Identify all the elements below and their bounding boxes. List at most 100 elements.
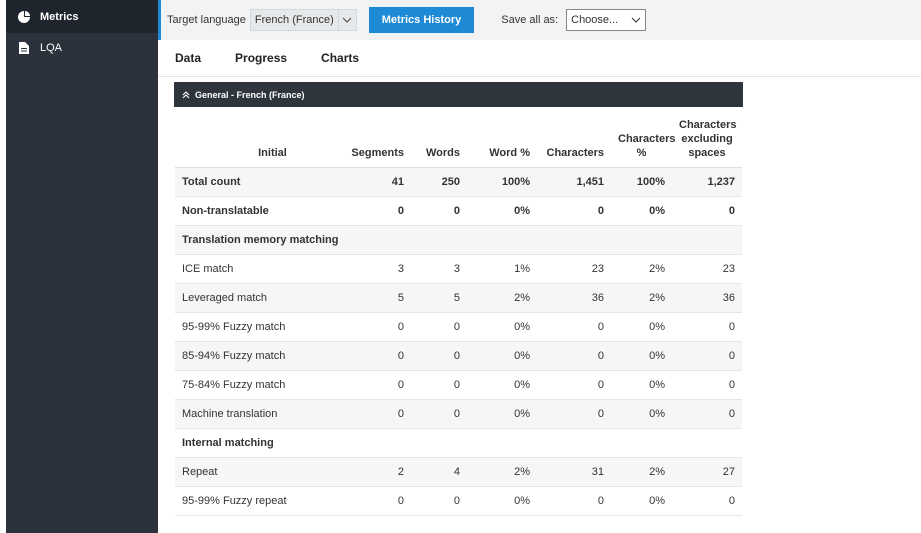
table-cell: 0% — [467, 341, 537, 371]
table-cell: 0 — [537, 312, 611, 342]
toolbar: Target language French (France) Metrics … — [158, 0, 921, 40]
table-cell: 31 — [537, 457, 611, 487]
table-cell: 2% — [611, 457, 672, 487]
panel-title: General - French (France) — [195, 89, 305, 100]
tab-bar: Data Progress Charts — [158, 40, 921, 77]
pie-chart-icon — [16, 10, 32, 24]
sidebar-item-metrics[interactable]: Metrics — [6, 0, 158, 33]
app-window: Metrics LQA Target language French (Fran… — [0, 0, 921, 533]
table-cell: 0% — [467, 486, 537, 516]
table-cell: 0 — [337, 370, 411, 400]
table-cell: 0 — [337, 341, 411, 371]
column-header-characters-percent: Characters % — [611, 107, 675, 168]
table-cell: 0 — [672, 341, 742, 371]
save-all-value: Choose... — [571, 14, 619, 26]
table-row: 75-84% Fuzzy match 0 0 0% 0 0% 0 — [175, 370, 742, 400]
table-cell: 0 — [337, 486, 411, 516]
save-all-select[interactable]: Choose... — [566, 9, 647, 31]
table-cell: 2% — [611, 254, 672, 284]
table-row: Total count 41 250 100% 1,451 100% 1,237 — [175, 167, 742, 197]
table-cell: 0 — [672, 399, 742, 429]
table-cell: 250 — [411, 167, 467, 197]
table-cell: 36 — [672, 283, 742, 313]
table-cell: 0 — [411, 399, 467, 429]
tab-data[interactable]: Data — [175, 51, 201, 65]
table-cell: 36 — [537, 283, 611, 313]
table-cell: 1,237 — [672, 167, 742, 197]
table-row: Repeat 2 4 2% 31 2% 27 — [175, 457, 742, 487]
table-cell: 27 — [672, 457, 742, 487]
table-cell: 23 — [537, 254, 611, 284]
table-row: 95-99% Fuzzy repeat 0 0 0% 0 0% 0 — [175, 486, 742, 516]
row-label: Machine translation — [175, 399, 337, 429]
target-language-select[interactable]: French (France) — [249, 9, 357, 31]
table-row: Non-translatable 0 0 0% 0 0% 0 — [175, 196, 742, 226]
table-cell: 0% — [611, 341, 672, 371]
metrics-panel: General - French (France) Initial Segmen… — [174, 82, 743, 516]
table-cell: 0 — [337, 196, 411, 226]
table-cell: 100% — [611, 167, 672, 197]
target-language-label: Target language — [167, 14, 246, 26]
table-cell: 0% — [611, 399, 672, 429]
table-cell: 0% — [611, 196, 672, 226]
sidebar-item-label: Metrics — [40, 10, 79, 23]
table-cell: 0% — [467, 399, 537, 429]
row-label: Non-translatable — [175, 196, 337, 226]
table-cell: 2 — [337, 457, 411, 487]
table-cell: 0% — [467, 312, 537, 342]
section-row: Translation memory matching — [175, 225, 742, 255]
metrics-table: Initial Segments Words Word % Characters… — [175, 107, 742, 516]
column-header-word-percent: Word % — [467, 107, 537, 168]
target-language-value: French (France) — [254, 14, 334, 26]
table-cell: 0% — [467, 196, 537, 226]
tab-progress[interactable]: Progress — [235, 51, 287, 65]
table-row: ICE match 3 3 1% 23 2% 23 — [175, 254, 742, 284]
table-cell: 0 — [672, 312, 742, 342]
column-header-initial: Initial — [175, 107, 337, 168]
table-cell: 0 — [672, 196, 742, 226]
table-cell: 0 — [411, 341, 467, 371]
table-cell: 0 — [672, 370, 742, 400]
table-cell: 5 — [411, 283, 467, 313]
row-label: ICE match — [175, 254, 337, 284]
column-header-characters-excluding-spaces: Characters excluding spaces — [672, 107, 742, 168]
table-cell: 4 — [411, 457, 467, 487]
tab-charts[interactable]: Charts — [321, 51, 359, 65]
section-row: Internal matching — [175, 428, 742, 458]
table-cell: 5 — [337, 283, 411, 313]
table-cell: 0% — [611, 370, 672, 400]
table-cell: 3 — [411, 254, 467, 284]
table-cell: 2% — [467, 457, 537, 487]
row-label: 95-99% Fuzzy repeat — [175, 486, 337, 516]
metrics-history-button[interactable]: Metrics History — [368, 7, 475, 33]
row-label: Repeat — [175, 457, 337, 487]
table-cell: 0 — [537, 486, 611, 516]
row-label: 85-94% Fuzzy match — [175, 341, 337, 371]
table-cell: 0 — [411, 312, 467, 342]
sidebar: Metrics LQA — [6, 0, 158, 533]
table-cell: 0 — [537, 196, 611, 226]
collapse-icon[interactable] — [182, 90, 190, 99]
table-cell: 0 — [537, 399, 611, 429]
row-label: 95-99% Fuzzy match — [175, 312, 337, 342]
chevron-down-icon — [337, 10, 356, 30]
table-cell: 0 — [337, 312, 411, 342]
row-label: Total count — [175, 167, 337, 197]
table-cell: 0 — [672, 486, 742, 516]
column-header-characters: Characters — [537, 107, 611, 168]
table-row: 85-94% Fuzzy match 0 0 0% 0 0% 0 — [175, 341, 742, 371]
sidebar-item-lqa[interactable]: LQA — [6, 33, 158, 63]
column-header-words: Words — [411, 107, 467, 168]
table-cell: 0 — [337, 399, 411, 429]
chevron-down-icon — [631, 14, 641, 26]
row-label: 75-84% Fuzzy match — [175, 370, 337, 400]
table-row: Machine translation 0 0 0% 0 0% 0 — [175, 399, 742, 429]
row-label: Leveraged match — [175, 283, 337, 313]
table-cell: 0% — [611, 486, 672, 516]
table-cell: 1% — [467, 254, 537, 284]
panel-header[interactable]: General - French (France) — [174, 82, 743, 107]
table-cell: 1,451 — [537, 167, 611, 197]
table-cell: 0 — [537, 341, 611, 371]
table-cell: 41 — [337, 167, 411, 197]
table-cell: 0 — [411, 486, 467, 516]
